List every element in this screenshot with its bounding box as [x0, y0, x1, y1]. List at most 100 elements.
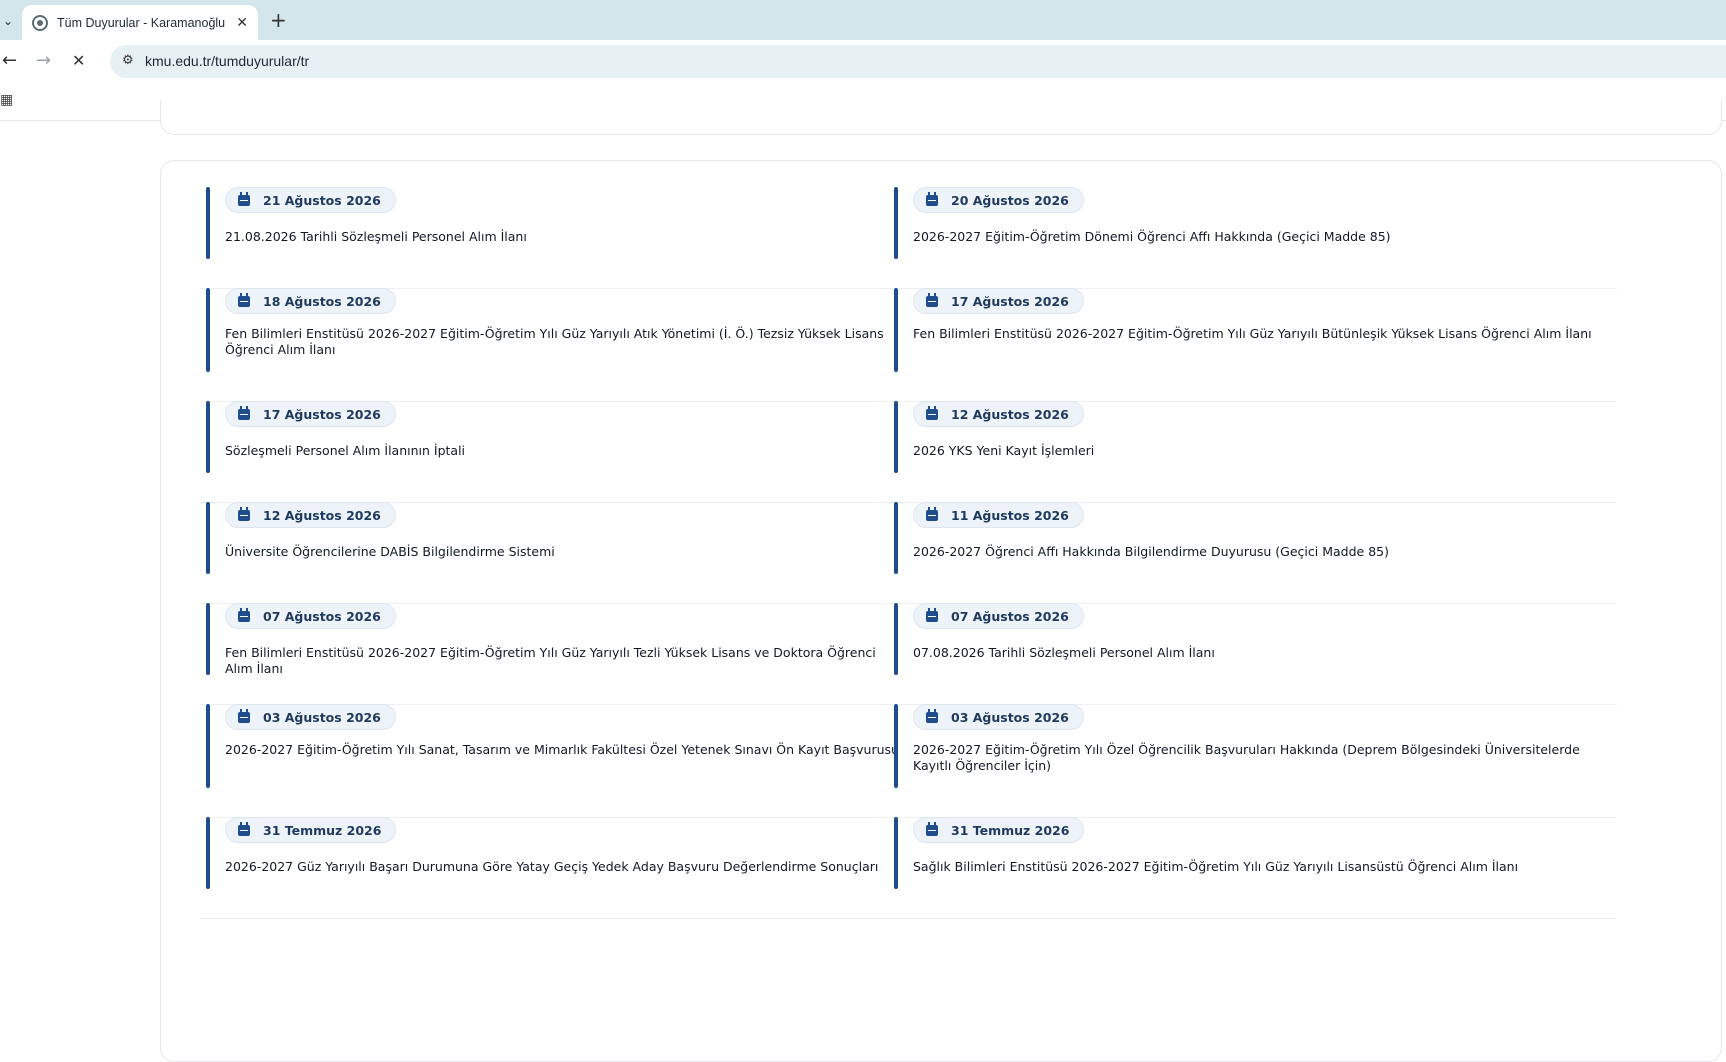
announcement-item[interactable]: 12 Ağustos 2026 Üniversite Öğrencilerine … — [199, 502, 929, 604]
date-badge: 03 Ağustos 2026 — [913, 704, 1084, 730]
announcement-title[interactable]: 2026-2027 Eğitim-Öğretim Yılı Sanat, Tas… — [225, 742, 905, 758]
accent-bar — [894, 704, 898, 788]
date-badge: 20 Ağustos 2026 — [913, 187, 1084, 213]
announcement-title[interactable]: 2026-2027 Eğitim-Öğretim Yılı Özel Öğren… — [913, 742, 1593, 774]
back-icon[interactable]: ← — [2, 50, 17, 71]
announcement-item[interactable]: 20 Ağustos 2026 2026-2027 Eğitim-Öğretim … — [887, 187, 1617, 289]
date-badge: 31 Temmuz 2026 — [225, 817, 397, 843]
announcement-date: 18 Ağustos 2026 — [263, 293, 381, 309]
accent-bar — [894, 817, 898, 889]
chevron-down-icon[interactable]: ⌄ — [0, 10, 16, 32]
announcement-title[interactable]: Üniversite Öğrencilerine DABİS Bilgilend… — [225, 544, 905, 560]
announcement-title[interactable]: 07.08.2026 Tarihli Sözleşmeli Personel A… — [913, 645, 1593, 661]
accent-bar — [894, 288, 898, 372]
calendar-icon — [238, 405, 250, 420]
announcement-item[interactable]: 07 Ağustos 2026 Fen Bilimleri Enstitüsü 2… — [199, 603, 929, 705]
announcement-title[interactable]: Fen Bilimleri Enstitüsü 2026-2027 Eğitim… — [225, 645, 905, 677]
url-text[interactable]: kmu.edu.tr/tumduyurular/tr — [145, 53, 309, 69]
accent-bar — [206, 401, 210, 473]
site-info-icon[interactable]: ⚙ — [122, 53, 134, 68]
announcement-date: 11 Ağustos 2026 — [951, 507, 1069, 523]
accent-bar — [206, 187, 210, 259]
close-icon[interactable]: ✕ — [236, 15, 248, 31]
date-badge: 12 Ağustos 2026 — [225, 502, 396, 528]
browser-toolbar: ← → ✕ ⚙ kmu.edu.tr/tumduyurular/tr — [0, 40, 1726, 82]
announcement-date: 20 Ağustos 2026 — [951, 192, 1069, 208]
favicon-icon — [32, 14, 48, 31]
announcement-title[interactable]: Fen Bilimleri Enstitüsü 2026-2027 Eğitim… — [913, 326, 1593, 342]
calendar-icon — [238, 607, 250, 622]
announcement-title[interactable]: 2026-2027 Güz Yarıyılı Başarı Durumuna G… — [225, 859, 905, 875]
date-badge: 31 Temmuz 2026 — [913, 817, 1085, 843]
announcement-date: 17 Ağustos 2026 — [951, 293, 1069, 309]
accent-bar — [894, 401, 898, 473]
accent-bar — [206, 603, 210, 675]
announcement-item[interactable]: 03 Ağustos 2026 2026-2027 Eğitim-Öğretim … — [199, 704, 929, 818]
announcement-item[interactable]: 17 Ağustos 2026 Sözleşmeli Personel Alım … — [199, 401, 929, 503]
announcement-date: 07 Ağustos 2026 — [951, 608, 1069, 624]
calendar-icon — [926, 708, 938, 723]
calendar-icon — [238, 292, 250, 307]
date-badge: 07 Ağustos 2026 — [225, 603, 396, 629]
announcement-title[interactable]: 2026 YKS Yeni Kayıt İşlemleri — [913, 443, 1593, 459]
announcement-title[interactable]: 2026-2027 Öğrenci Affı Hakkında Bilgilen… — [913, 544, 1593, 560]
accent-bar — [894, 502, 898, 574]
plus-icon[interactable]: + — [270, 8, 287, 32]
tab-strip: ⌄ Tüm Duyurular - Karamanoğlu Mehmetbey … — [0, 0, 1726, 40]
announcement-date: 31 Temmuz 2026 — [263, 822, 382, 838]
announcement-date: 12 Ağustos 2026 — [263, 507, 381, 523]
announcement-title[interactable]: Fen Bilimleri Enstitüsü 2026-2027 Eğitim… — [225, 326, 905, 358]
announcements-panel: 21 Ağustos 2026 21.08.2026 Tarihli Sözleş… — [160, 160, 1722, 1062]
date-badge: 11 Ağustos 2026 — [913, 502, 1084, 528]
announcement-title[interactable]: 21.08.2026 Tarihli Sözleşmeli Personel A… — [225, 229, 905, 245]
announcement-item[interactable]: 17 Ağustos 2026 Fen Bilimleri Enstitüsü 2… — [887, 288, 1617, 402]
announcement-item[interactable]: 12 Ağustos 2026 2026 YKS Yeni Kayıt İşlem… — [887, 401, 1617, 503]
stop-icon[interactable]: ✕ — [72, 51, 85, 70]
announcement-date: 31 Temmuz 2026 — [951, 822, 1070, 838]
announcement-date: 17 Ağustos 2026 — [263, 406, 381, 422]
accent-bar — [894, 187, 898, 259]
apps-icon[interactable]: ▦ — [0, 92, 13, 108]
calendar-icon — [926, 191, 938, 206]
calendar-icon — [238, 708, 250, 723]
forward-icon[interactable]: → — [36, 50, 51, 71]
announcement-title[interactable]: Sözleşmeli Personel Alım İlanının İptali — [225, 443, 905, 459]
calendar-icon — [238, 821, 250, 836]
announcement-item[interactable]: 31 Temmuz 2026 2026-2027 Güz Yarıyılı Baş… — [199, 817, 929, 919]
date-badge: 03 Ağustos 2026 — [225, 704, 396, 730]
accent-bar — [206, 704, 210, 788]
announcement-item[interactable]: 11 Ağustos 2026 2026-2027 Öğrenci Affı Ha… — [887, 502, 1617, 604]
accent-bar — [894, 603, 898, 675]
announcement-item[interactable]: 21 Ağustos 2026 21.08.2026 Tarihli Sözleş… — [199, 187, 929, 289]
browser-tab[interactable]: Tüm Duyurular - Karamanoğlu Mehmetbey Ün… — [22, 5, 258, 40]
calendar-icon — [926, 405, 938, 420]
announcement-title[interactable]: Sağlık Bilimleri Enstitüsü 2026-2027 Eği… — [913, 859, 1593, 875]
accent-bar — [206, 288, 210, 372]
calendar-icon — [238, 191, 250, 206]
accent-bar — [206, 502, 210, 574]
announcement-item[interactable]: 31 Temmuz 2026 Sağlık Bilimleri Enstitüsü… — [887, 817, 1617, 919]
date-badge: 18 Ağustos 2026 — [225, 288, 396, 314]
announcement-item[interactable]: 03 Ağustos 2026 2026-2027 Eğitim-Öğretim … — [887, 704, 1617, 818]
announcement-item[interactable]: 18 Ağustos 2026 Fen Bilimleri Enstitüsü 2… — [199, 288, 929, 402]
announcement-date: 21 Ağustos 2026 — [263, 192, 381, 208]
calendar-icon — [926, 821, 938, 836]
date-badge: 07 Ağustos 2026 — [913, 603, 1084, 629]
tab-title: Tüm Duyurular - Karamanoğlu Mehmetbey Ün… — [57, 15, 227, 30]
announcement-date: 07 Ağustos 2026 — [263, 608, 381, 624]
announcement-title[interactable]: 2026-2027 Eğitim-Öğretim Dönemi Öğrenci … — [913, 229, 1593, 245]
calendar-icon — [926, 292, 938, 307]
announcement-date: 12 Ağustos 2026 — [951, 406, 1069, 422]
previous-section-panel — [160, 100, 1722, 135]
calendar-icon — [926, 506, 938, 521]
date-badge: 17 Ağustos 2026 — [913, 288, 1084, 314]
date-badge: 12 Ağustos 2026 — [913, 401, 1084, 427]
date-badge: 17 Ağustos 2026 — [225, 401, 396, 427]
date-badge: 21 Ağustos 2026 — [225, 187, 396, 213]
announcement-date: 03 Ağustos 2026 — [263, 709, 381, 725]
calendar-icon — [926, 607, 938, 622]
announcement-date: 03 Ağustos 2026 — [951, 709, 1069, 725]
address-bar[interactable]: ⚙ kmu.edu.tr/tumduyurular/tr — [110, 45, 1726, 78]
announcement-item[interactable]: 07 Ağustos 2026 07.08.2026 Tarihli Sözleş… — [887, 603, 1617, 705]
calendar-icon — [238, 506, 250, 521]
